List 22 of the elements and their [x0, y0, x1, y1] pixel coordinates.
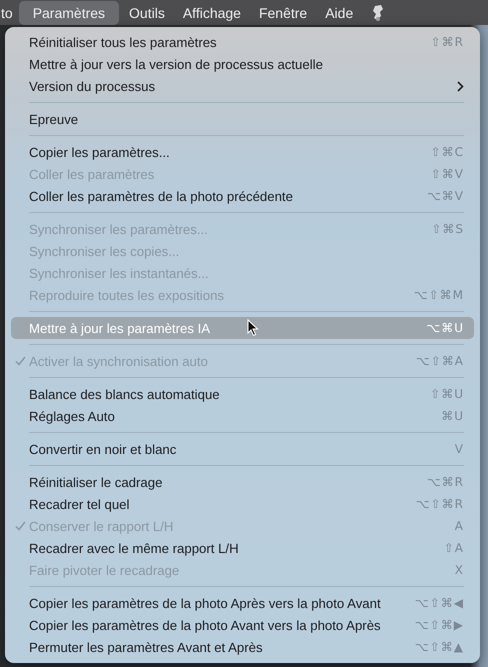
pointer-icon — [247, 319, 259, 337]
menu-item[interactable]: Epreuve — [11, 108, 474, 130]
menu-bar-item[interactable]: to — [0, 0, 17, 24]
menu-item[interactable]: Réinitialiser le cadrage ⌥⌘R — [11, 471, 474, 493]
menu-item[interactable]: Copier les paramètres... ⇧⌘C — [11, 141, 474, 163]
menu-item[interactable]: Copier les paramètres de la photo Avant vers la photo Après ⌥⇧⌘▶ — [11, 614, 474, 636]
menu-bar-item[interactable]: Fenêtre — [250, 0, 316, 24]
menu-item[interactable]: Balance des blancs automatique ⇧⌘U — [11, 383, 474, 405]
menu-item[interactable]: Version du processus — [11, 75, 474, 97]
menu-bar-item[interactable]: Aide — [317, 0, 362, 24]
menu-item[interactable]: Convertir en noir et blanc V — [11, 438, 474, 460]
menu-bar-item[interactable]: Outils — [121, 0, 173, 24]
menu-item[interactable]: Recadrer avec le même rapport L/H ⇧A — [11, 537, 474, 559]
menu-item[interactable]: Mettre à jour vers la version de processus actuelle — [11, 53, 474, 75]
menu-item[interactable]: Réinitialiser tous les paramètres ⇧⌘R — [11, 31, 474, 53]
menu-item[interactable]: Réglages Auto ⌘U — [11, 405, 474, 427]
menu-item[interactable]: Permuter les paramètres Avant et Après ⌥⇧⌘▲ — [11, 636, 474, 658]
menu-bar-item[interactable]: Affichage — [174, 0, 249, 24]
menu-item[interactable]: Coller les paramètres de la photo précédente ⌥⌘V — [11, 185, 474, 207]
menu-bar-item[interactable]: Paramètres — [18, 0, 120, 24]
menu-item[interactable]: Recadrer tel quel ⌥⇧⌘R — [11, 493, 474, 515]
menu-item[interactable]: Copier les paramètres de la photo Après vers la photo Avant ⌥⇧⌘◀ — [11, 592, 474, 614]
